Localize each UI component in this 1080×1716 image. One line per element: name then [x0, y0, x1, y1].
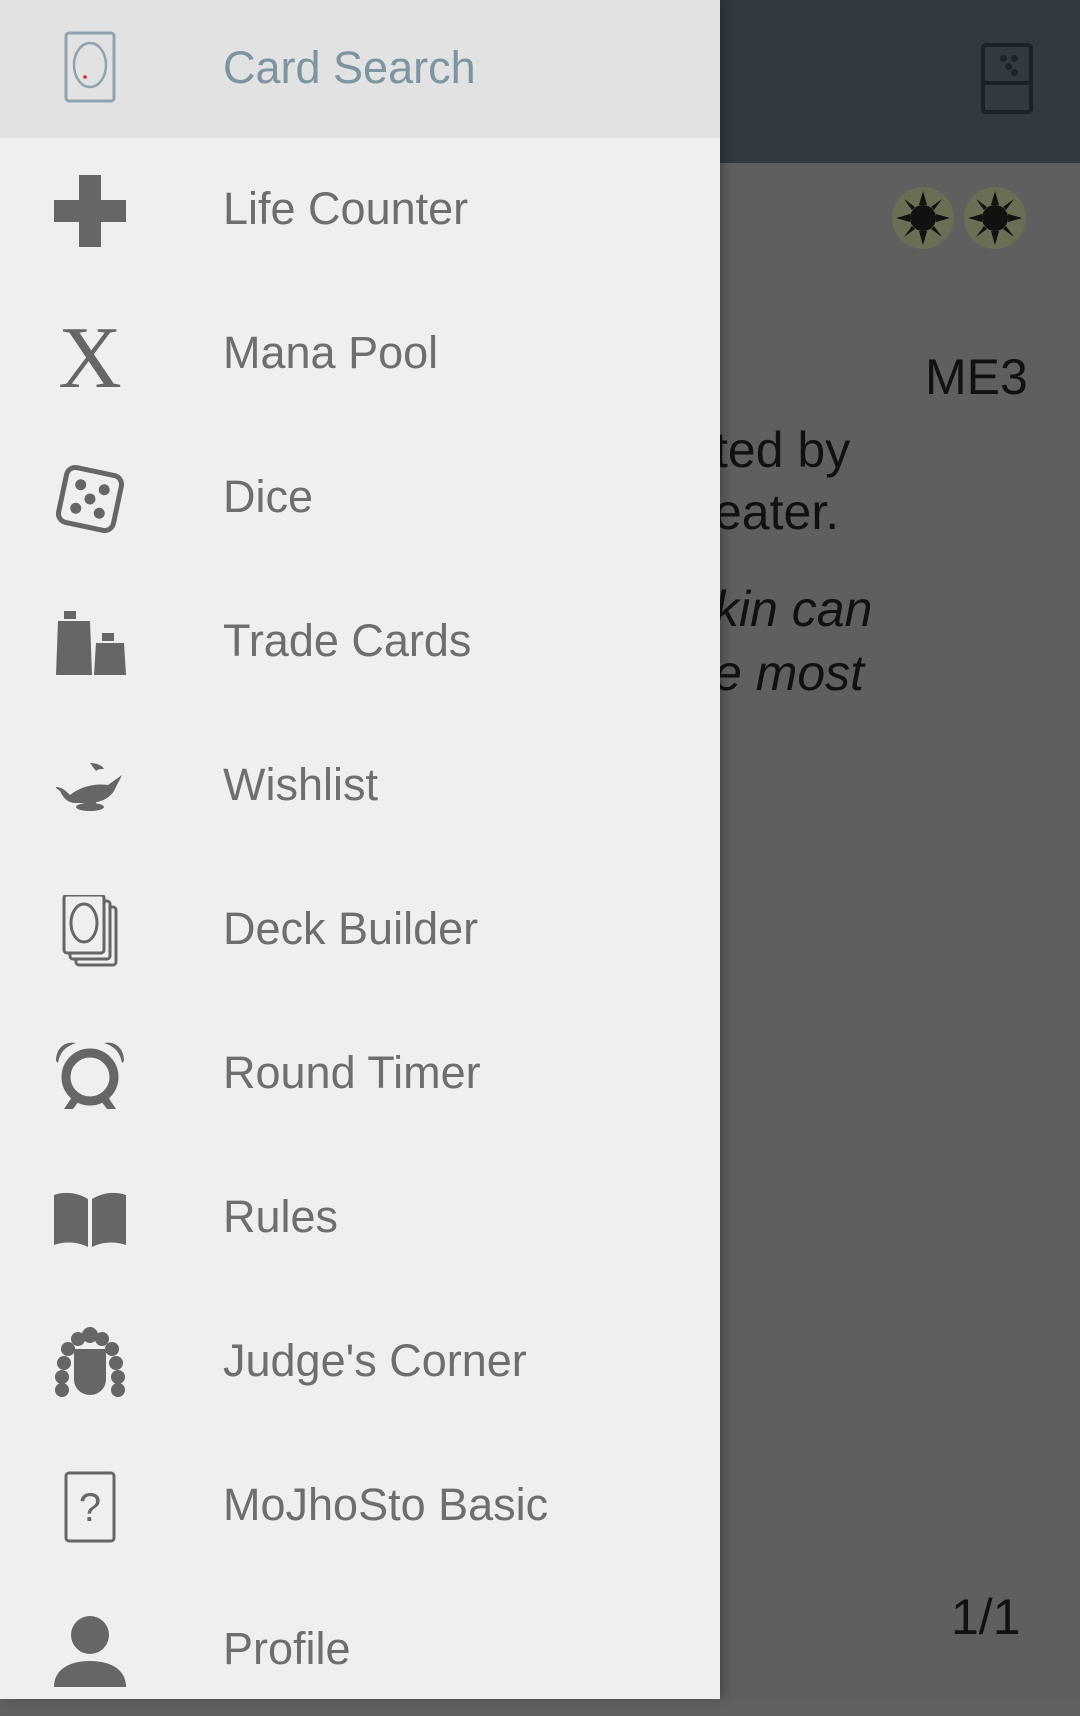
nav-item-life-counter[interactable]: Life Counter: [0, 138, 720, 276]
nav-item-label: Mana Pool: [223, 327, 439, 378]
person-icon: [54, 1615, 126, 1687]
nav-item-label: Profile: [223, 1623, 351, 1674]
nav-item-dice[interactable]: Dice: [0, 426, 720, 564]
nav-item-label: Judge's Corner: [223, 1335, 527, 1386]
nav-item-wishlist[interactable]: Wishlist: [0, 714, 720, 852]
nav-item-label: Card Search: [223, 42, 476, 93]
card-search-icon: [54, 31, 126, 103]
nav-item-mana-pool[interactable]: X Mana Pool: [0, 282, 720, 420]
rules-text-line: eater.: [714, 484, 840, 540]
nav-item-label: Trade Cards: [223, 615, 472, 666]
nav-item-judges-corner[interactable]: Judge's Corner: [0, 1290, 720, 1428]
plus-icon: [54, 175, 126, 247]
nav-item-mojhosto-basic[interactable]: ? MoJhoSto Basic: [0, 1434, 720, 1572]
white-mana-icon: [892, 187, 954, 249]
nav-item-label: Dice: [223, 471, 314, 522]
nav-item-label: Life Counter: [223, 183, 469, 234]
white-mana-icon: [964, 187, 1026, 249]
nav-item-label: Wishlist: [223, 759, 378, 810]
mana-pool-icon: X: [54, 319, 126, 391]
nav-item-profile[interactable]: Profile: [0, 1578, 720, 1716]
nav-item-label: Round Timer: [223, 1047, 481, 1098]
page-indicator: 1/1: [951, 1589, 1021, 1645]
nav-item-card-search[interactable]: Card Search: [0, 0, 720, 138]
scale-weights-icon: [54, 607, 126, 679]
dice-phone-icon[interactable]: [981, 43, 1033, 114]
nav-item-deck-builder[interactable]: Deck Builder: [0, 858, 720, 996]
nav-item-round-timer[interactable]: Round Timer: [0, 1002, 720, 1140]
magic-lamp-icon: [54, 751, 126, 823]
nav-item-label: MoJhoSto Basic: [223, 1479, 549, 1530]
judge-wig-icon: [54, 1327, 126, 1399]
nav-item-trade-cards[interactable]: Trade Cards: [0, 570, 720, 708]
alarm-clock-icon: [54, 1039, 126, 1111]
flavor-text-line: e most: [714, 645, 865, 701]
navigation-drawer: Card Search Life Counter X Mana Pool Dic…: [0, 0, 720, 1699]
book-icon: [54, 1183, 126, 1255]
set-code: ME3: [925, 349, 1028, 405]
dice-icon: [54, 463, 126, 535]
nav-item-label: Deck Builder: [223, 903, 479, 954]
nav-item-label: Rules: [223, 1191, 339, 1242]
svg-text:?: ?: [79, 1486, 101, 1530]
rules-text-line: ted by: [714, 422, 851, 478]
nav-item-rules[interactable]: Rules: [0, 1146, 720, 1284]
question-card-icon: ?: [54, 1471, 126, 1543]
card-stack-icon: [54, 895, 126, 967]
flavor-text-line: kin can: [714, 581, 873, 637]
svg-text:X: X: [58, 319, 122, 391]
